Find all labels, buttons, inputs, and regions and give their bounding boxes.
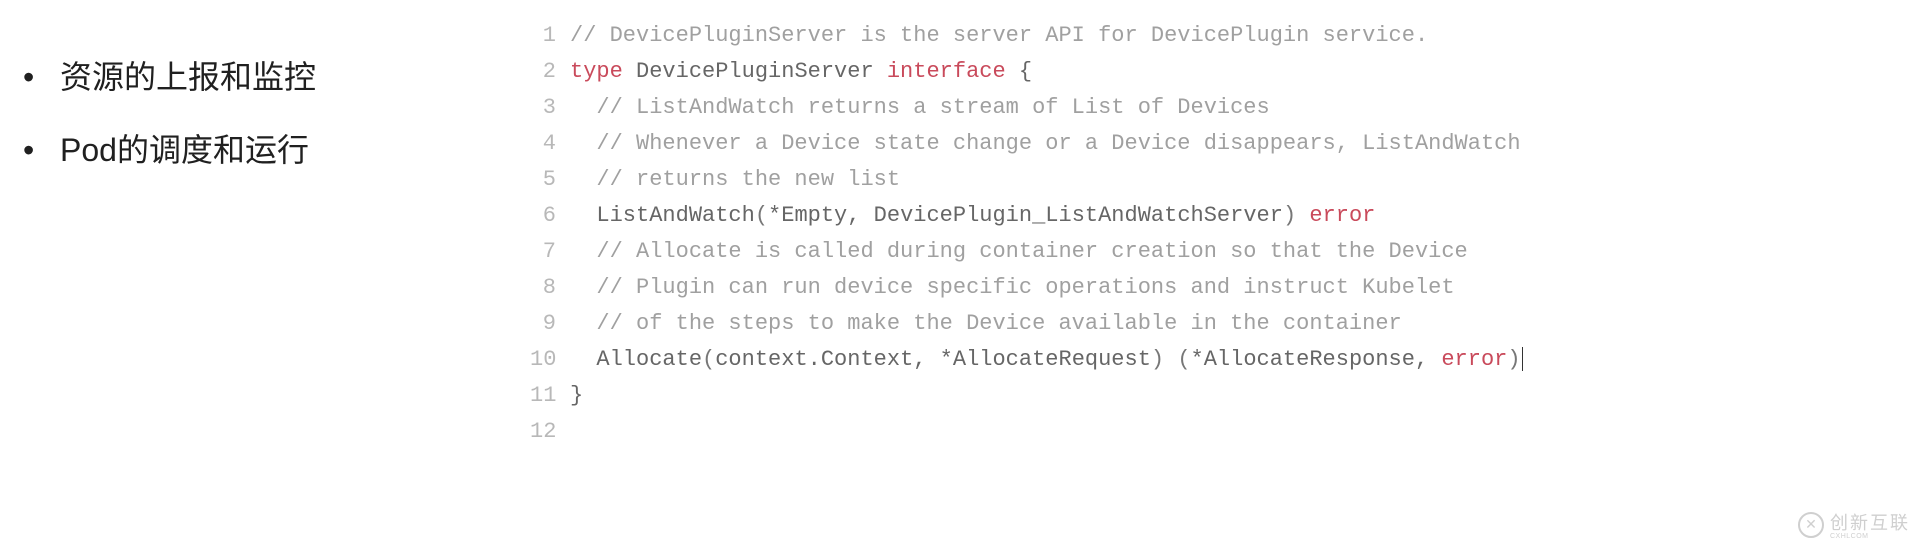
watermark-text: 创新互联 xyxy=(1830,513,1910,533)
info-panel: 资源的上报和监控 Pod的调度和运行 xyxy=(0,0,520,546)
code-line: 9 // of the steps to make the Device ava… xyxy=(530,306,1920,342)
line-content: } xyxy=(570,378,583,414)
line-number: 10 xyxy=(530,342,570,378)
code-block: 1// DevicePluginServer is the server API… xyxy=(530,18,1920,450)
line-content: Allocate(context.Context, *AllocateReque… xyxy=(570,342,1523,378)
bullet-list: 资源的上报和监控 Pod的调度和运行 xyxy=(15,55,520,173)
line-number: 3 xyxy=(530,90,570,126)
code-line: 8 // Plugin can run device specific oper… xyxy=(530,270,1920,306)
line-number: 12 xyxy=(530,414,570,450)
code-line: 12 xyxy=(530,414,1920,450)
line-number: 1 xyxy=(530,18,570,54)
line-number: 4 xyxy=(530,126,570,162)
code-line: 3 // ListAndWatch returns a stream of Li… xyxy=(530,90,1920,126)
line-content: // Whenever a Device state change or a D… xyxy=(570,126,1521,162)
code-line: 6 ListAndWatch(*Empty, DevicePlugin_List… xyxy=(530,198,1920,234)
bullet-item: 资源的上报和监控 xyxy=(15,55,520,100)
line-number: 8 xyxy=(530,270,570,306)
brand-icon: ✕ xyxy=(1798,512,1824,538)
line-content: // Plugin can run device specific operat… xyxy=(570,270,1455,306)
watermark-sub: CXHLCOM xyxy=(1830,533,1910,540)
line-content: // Allocate is called during container c… xyxy=(570,234,1468,270)
line-number: 2 xyxy=(530,54,570,90)
code-line: 10 Allocate(context.Context, *AllocateRe… xyxy=(530,342,1920,378)
watermark-text-wrap: 创新互联 CXHLCOM xyxy=(1830,509,1910,540)
code-line: 4 // Whenever a Device state change or a… xyxy=(530,126,1920,162)
line-number: 11 xyxy=(530,378,570,414)
line-number: 6 xyxy=(530,198,570,234)
line-content: ListAndWatch(*Empty, DevicePlugin_ListAn… xyxy=(570,198,1375,234)
line-content: // DevicePluginServer is the server API … xyxy=(570,18,1428,54)
code-panel: 1// DevicePluginServer is the server API… xyxy=(520,0,1920,546)
line-content: // returns the new list xyxy=(570,162,900,198)
line-number: 5 xyxy=(530,162,570,198)
line-content: // ListAndWatch returns a stream of List… xyxy=(570,90,1270,126)
code-line: 5 // returns the new list xyxy=(530,162,1920,198)
bullet-item: Pod的调度和运行 xyxy=(15,128,520,173)
code-line: 1// DevicePluginServer is the server API… xyxy=(530,18,1920,54)
line-number: 9 xyxy=(530,306,570,342)
watermark: ✕ 创新互联 CXHLCOM xyxy=(1798,509,1910,540)
code-line: 2type DevicePluginServer interface { xyxy=(530,54,1920,90)
text-cursor xyxy=(1522,347,1523,371)
line-content: // of the steps to make the Device avail… xyxy=(570,306,1402,342)
line-number: 7 xyxy=(530,234,570,270)
code-line: 11} xyxy=(530,378,1920,414)
line-content: type DevicePluginServer interface { xyxy=(570,54,1032,90)
code-line: 7 // Allocate is called during container… xyxy=(530,234,1920,270)
